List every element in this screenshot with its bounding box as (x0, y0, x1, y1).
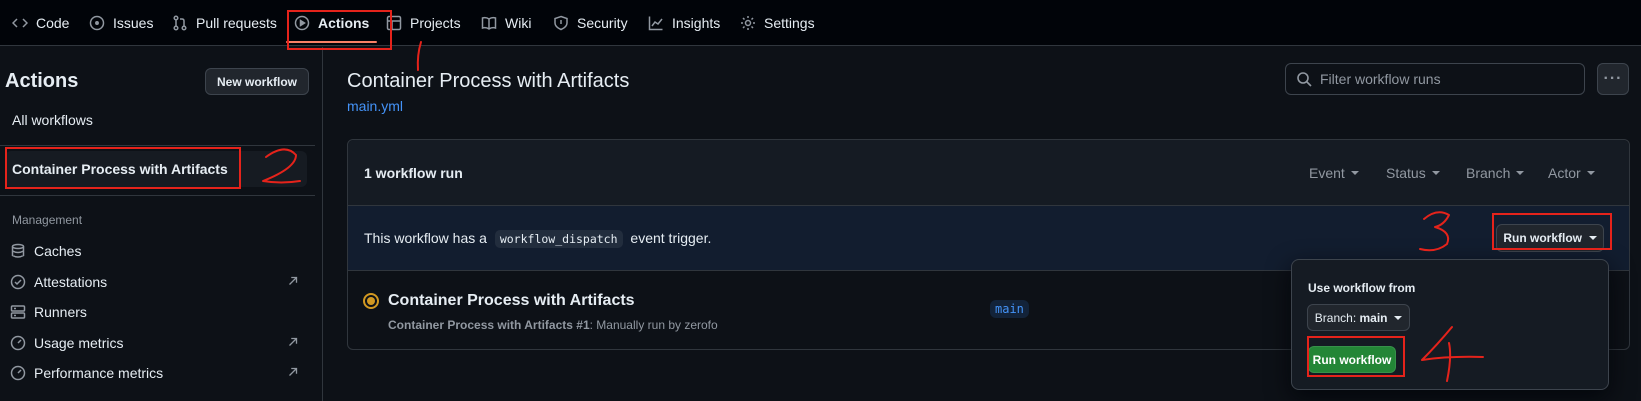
graph-icon (648, 16, 663, 31)
filter-branch[interactable]: Branch (1466, 165, 1525, 181)
annotation-box-actions (287, 10, 392, 50)
repo-nav: Code Issues Pull requests Actions Projec… (0, 0, 1641, 46)
more-options-button[interactable]: ··· (1597, 63, 1629, 95)
database-icon (11, 243, 25, 258)
tab-settings[interactable]: Settings (740, 0, 815, 46)
workflow-file-link[interactable]: main.yml (347, 98, 403, 114)
sidebar-divider (0, 145, 315, 146)
dispatch-code: workflow_dispatch (494, 230, 623, 248)
external-link-icon (289, 367, 298, 376)
caret-down-icon (1516, 171, 1525, 175)
kebab-icon: ··· (1603, 70, 1623, 87)
issue-icon (89, 15, 105, 31)
page-title: Container Process with Artifacts (347, 70, 630, 92)
tab-wiki[interactable]: Wiki (481, 0, 531, 46)
branch-select-button[interactable]: Branch: main (1307, 304, 1410, 331)
server-icon (10, 305, 26, 319)
sidebar-item-usage-metrics[interactable]: Usage metrics (10, 329, 300, 357)
sidebar: Actions New workflow All workflows Conta… (0, 47, 323, 401)
workflow-runs-header: 1 workflow run Event Status Branch Actor (348, 140, 1629, 206)
tab-pull-requests[interactable]: Pull requests (172, 0, 277, 46)
meter-icon (10, 365, 26, 381)
pull-request-icon (173, 15, 187, 31)
sidebar-item-performance-metrics[interactable]: Performance metrics (10, 359, 300, 387)
meter-icon (10, 335, 26, 351)
run-title[interactable]: Container Process with Artifacts (388, 292, 635, 310)
filter-workflow-runs-input[interactable]: Filter workflow runs (1285, 63, 1585, 95)
tab-insights[interactable]: Insights (648, 0, 720, 46)
tab-issues[interactable]: Issues (89, 0, 153, 46)
shield-icon (554, 15, 568, 31)
run-subtitle: Container Process with Artifacts #1: Man… (388, 318, 718, 332)
dispatch-message: This workflow has a workflow_dispatch ev… (364, 230, 712, 248)
external-link-icon (289, 276, 298, 285)
book-icon (481, 16, 497, 30)
filter-event[interactable]: Event (1309, 165, 1359, 181)
verified-icon (10, 274, 26, 290)
sidebar-title: Actions (5, 70, 79, 92)
search-icon (1297, 72, 1312, 87)
sidebar-item-all-workflows[interactable]: All workflows (0, 102, 307, 138)
sidebar-divider (0, 195, 315, 196)
sidebar-item-caches[interactable]: Caches (10, 237, 300, 265)
filter-status[interactable]: Status (1386, 165, 1440, 181)
annotation-box-workflow (5, 147, 241, 189)
annotation-box-run-workflow (1492, 213, 1612, 250)
management-heading: Management (12, 213, 83, 227)
annotation-box-run-submit (1307, 336, 1405, 377)
branch-tag[interactable]: main (990, 300, 1029, 318)
sidebar-item-runners[interactable]: Runners (10, 298, 300, 326)
caret-down-icon (1350, 171, 1359, 175)
caret-down-icon (1431, 171, 1440, 175)
external-link-icon (289, 337, 298, 346)
tab-code[interactable]: Code (12, 0, 69, 46)
filter-actor[interactable]: Actor (1548, 165, 1595, 181)
caret-down-icon (1586, 171, 1595, 175)
tab-projects[interactable]: Projects (386, 0, 461, 46)
code-icon (12, 18, 28, 28)
tab-security[interactable]: Security (553, 0, 628, 46)
sidebar-item-attestations[interactable]: Attestations (10, 268, 300, 296)
in-progress-status-icon (363, 293, 379, 309)
gear-icon (741, 16, 755, 30)
run-count: 1 workflow run (364, 165, 463, 181)
new-workflow-button[interactable]: New workflow (205, 68, 309, 95)
caret-down-icon (1394, 315, 1403, 320)
annotation-number-1 (416, 41, 422, 71)
popover-label: Use workflow from (1308, 281, 1416, 295)
